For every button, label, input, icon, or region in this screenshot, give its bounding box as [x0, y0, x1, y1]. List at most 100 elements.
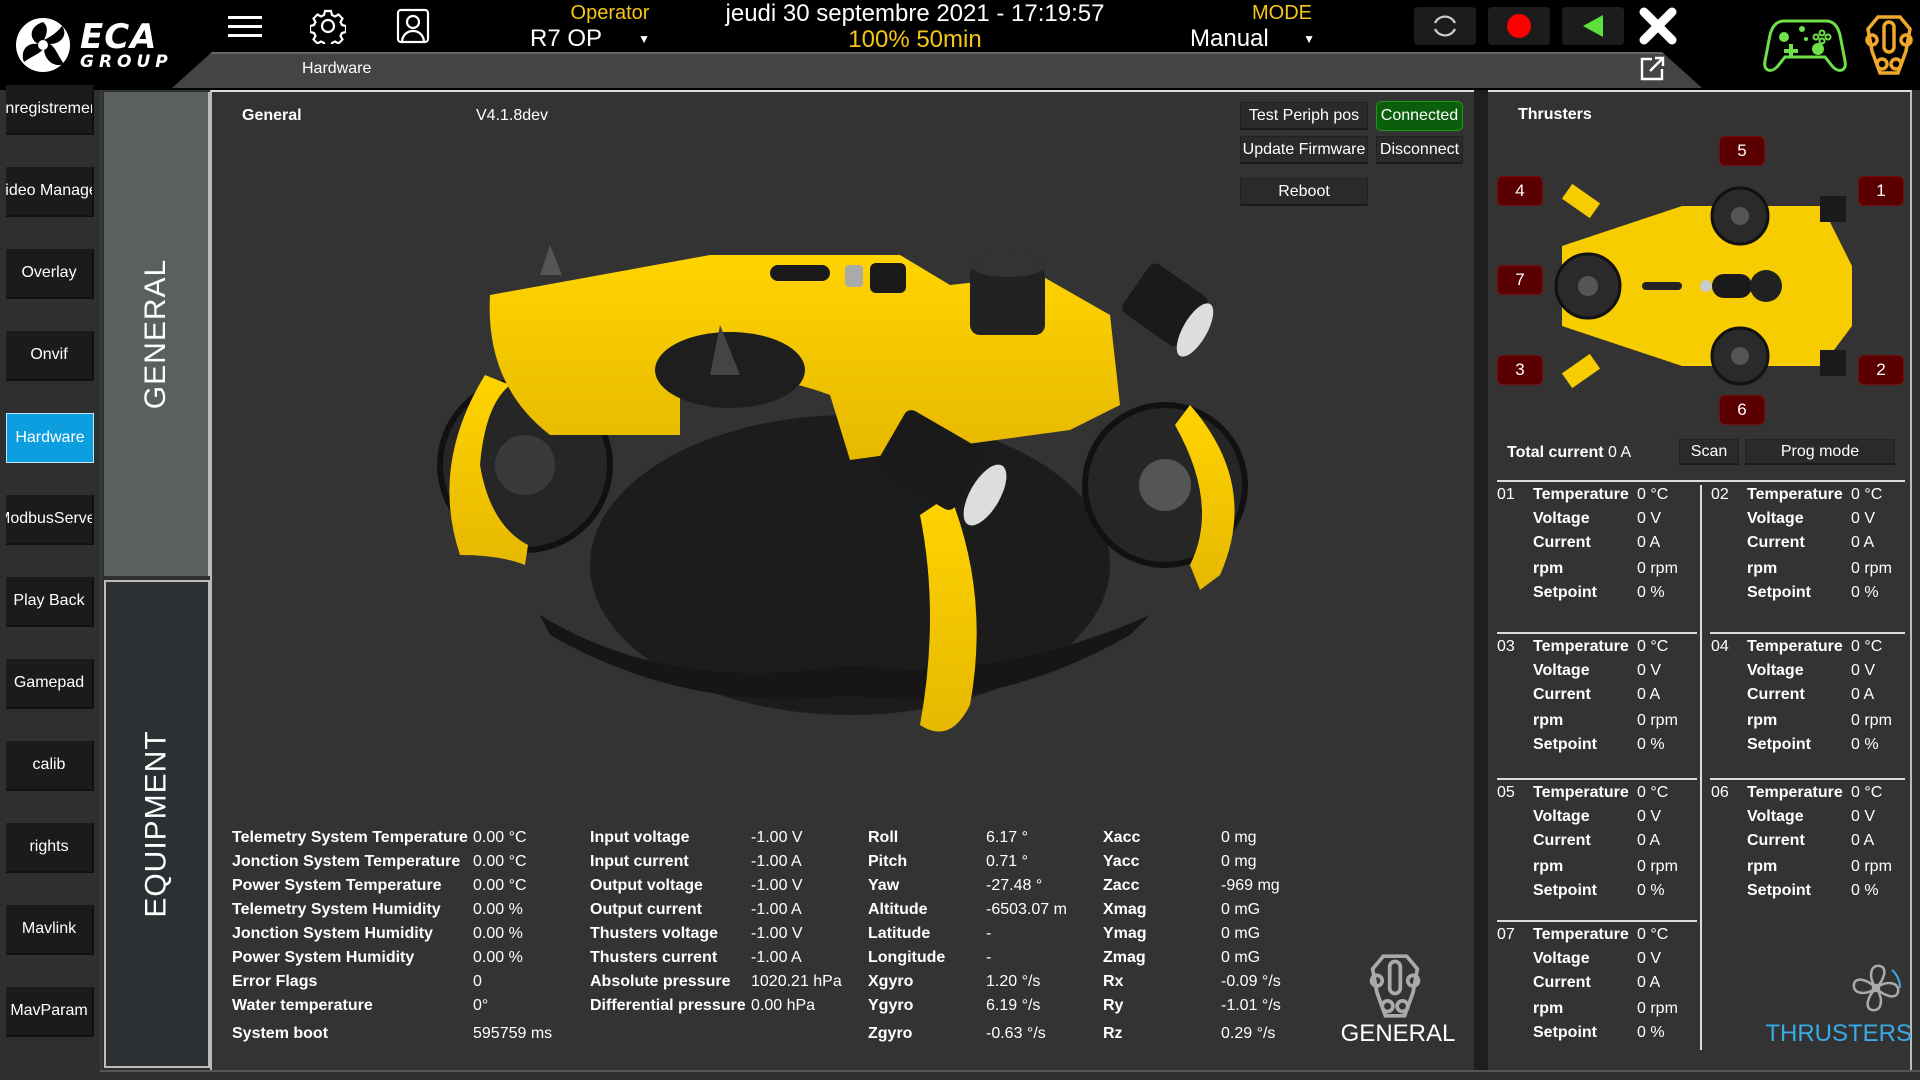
firmware-version: V4.1.8dev [476, 107, 549, 124]
thruster-field-label: Voltage [1533, 950, 1590, 967]
thruster-field-value: 0 V [1637, 808, 1662, 825]
gamepad-icon[interactable] [1762, 15, 1848, 75]
thruster-id: 03 [1497, 638, 1515, 655]
disconnect-button[interactable]: Disconnect [1376, 136, 1463, 164]
sidebar-item-mavparam[interactable]: MavParam [6, 987, 94, 1037]
stat-label: Power System Temperature [232, 877, 442, 894]
stat-value: 0.00 % [473, 901, 523, 918]
thruster-field-label: Voltage [1747, 662, 1804, 679]
thruster-badge-7[interactable]: 7 [1497, 265, 1543, 295]
tab-equipment[interactable]: EQUIPMENT [104, 580, 210, 1068]
popout-icon[interactable] [1638, 55, 1666, 83]
thruster-badge-3[interactable]: 3 [1497, 355, 1543, 385]
tab-general[interactable]: GENERAL [104, 92, 210, 576]
thruster-badge-6[interactable]: 6 [1719, 395, 1765, 425]
thruster-field-value: 0 V [1637, 510, 1662, 527]
sidebar-item-calib[interactable]: calib [6, 741, 94, 791]
stat-value: 0 mg [1221, 829, 1257, 846]
stat-value: 595759 ms [473, 1025, 553, 1042]
divider [1497, 920, 1697, 922]
connected-status-button[interactable]: Connected [1376, 101, 1463, 131]
thruster-id: 02 [1711, 486, 1729, 503]
user-icon[interactable] [396, 8, 430, 44]
thruster-field-value: 0 A [1637, 832, 1661, 849]
stat-label: Xmag [1103, 901, 1147, 918]
sidebar-item-gamepad[interactable]: Gamepad [6, 659, 94, 709]
sidebar-item-label: calib [32, 756, 66, 773]
thruster-field-label: Temperature [1747, 486, 1843, 503]
record-button[interactable] [1488, 7, 1550, 45]
scan-button[interactable]: Scan [1679, 439, 1739, 465]
test-periph-pos-button[interactable]: Test Periph pos [1240, 102, 1368, 130]
brand-eca: ECA [80, 16, 158, 57]
thruster-field-label: Current [1533, 832, 1591, 849]
thruster-field-value: 0 A [1851, 686, 1875, 703]
sidebar-item-rights[interactable]: rights [6, 823, 94, 873]
mode-select[interactable]: Manual ▼ [1190, 25, 1315, 53]
thruster-block-01: 01 Temperature 0 °C Voltage 0 V Current 0 A rpm… [1497, 486, 1697, 616]
stat-value: 0.00 °C [473, 829, 527, 846]
stat-label: Ry [1103, 997, 1124, 1014]
thruster-field-value: 0 °C [1637, 784, 1669, 801]
thruster-field-value: 0 V [1637, 662, 1662, 679]
menu-icon[interactable] [228, 10, 262, 44]
thruster-field-label: rpm [1747, 560, 1778, 577]
stat-value: 0.00 % [473, 925, 523, 942]
reboot-button[interactable]: Reboot [1240, 178, 1368, 206]
thruster-badge-1[interactable]: 1 [1858, 176, 1904, 206]
divider [1497, 778, 1697, 780]
stat-label: Xacc [1103, 829, 1141, 846]
stat-value: - [986, 925, 992, 942]
thruster-field-value: 0 A [1851, 534, 1875, 551]
thruster-field-value: 0 °C [1637, 486, 1669, 503]
thruster-field-label: rpm [1533, 712, 1564, 729]
thruster-field-value: 0 rpm [1851, 858, 1892, 875]
thruster-block-03: 03 Temperature 0 °C Voltage 0 V Current 0 A rpm… [1497, 638, 1697, 768]
stat-label: Input current [590, 853, 689, 870]
stat-value: 0 mG [1221, 949, 1261, 966]
stat-label: Output voltage [590, 877, 703, 894]
thruster-badge-2[interactable]: 2 [1858, 355, 1904, 385]
thruster-field-value: 0 °C [1851, 486, 1883, 503]
stat-value: 1.20 °/s [986, 973, 1041, 990]
rov-icon[interactable] [1864, 14, 1914, 76]
sidebar-item-video-manager[interactable]: Video Manager [6, 167, 94, 217]
update-firmware-button[interactable]: Update Firmware [1240, 136, 1368, 164]
total-current-value: 0 A [1608, 444, 1632, 461]
sidebar-item-mavlink[interactable]: Mavlink [6, 905, 94, 955]
refresh-button[interactable] [1414, 7, 1476, 45]
general-section-label: GENERAL [1340, 1020, 1456, 1047]
stat-value: -1.00 A [751, 901, 802, 918]
sidebar-item-modbusserver[interactable]: ModbusServer [6, 495, 94, 545]
thruster-field-value: 0 % [1637, 1024, 1665, 1041]
play-back-button[interactable] [1562, 7, 1624, 45]
gear-icon[interactable] [308, 8, 348, 49]
page-title-bar [172, 52, 1702, 88]
stat-value: 0.00 hPa [751, 997, 816, 1014]
sidebar-item-overlay[interactable]: Overlay [6, 249, 94, 299]
sidebar-item-enregistrement[interactable]: Enregistrement [6, 85, 94, 135]
stat-label: Jonction System Humidity [232, 925, 433, 942]
thruster-id: 05 [1497, 784, 1515, 801]
thruster-field-label: Setpoint [1533, 882, 1597, 899]
stat-label: Telemetry System Humidity [232, 901, 441, 918]
stat-label: Ygyro [868, 997, 914, 1014]
close-button[interactable] [1636, 4, 1680, 48]
thruster-badge-4[interactable]: 4 [1497, 176, 1543, 206]
sidebar-item-label: Play Back [13, 592, 85, 609]
stat-value: 0 mG [1221, 901, 1261, 918]
stat-value: 0.00 % [473, 949, 523, 966]
rov-icon [1368, 953, 1422, 1019]
thruster-field-value: 0 V [1637, 950, 1662, 967]
sidebar-item-hardware[interactable]: Hardware [6, 413, 94, 463]
sidebar-item-onvif[interactable]: Onvif [6, 331, 94, 381]
thruster-field-value: 0 % [1637, 584, 1665, 601]
prog-mode-button[interactable]: Prog mode [1745, 439, 1895, 465]
sidebar-item-play-back[interactable]: Play Back [6, 577, 94, 627]
thruster-field-value: 0 rpm [1637, 858, 1678, 875]
bottom-edge [100, 1070, 1920, 1080]
stat-value: 0.71 ° [986, 853, 1028, 870]
thruster-badge-5[interactable]: 5 [1719, 136, 1765, 166]
thruster-field-value: 0 % [1851, 584, 1879, 601]
operator-select[interactable]: R7 OP ▼ [530, 25, 650, 53]
